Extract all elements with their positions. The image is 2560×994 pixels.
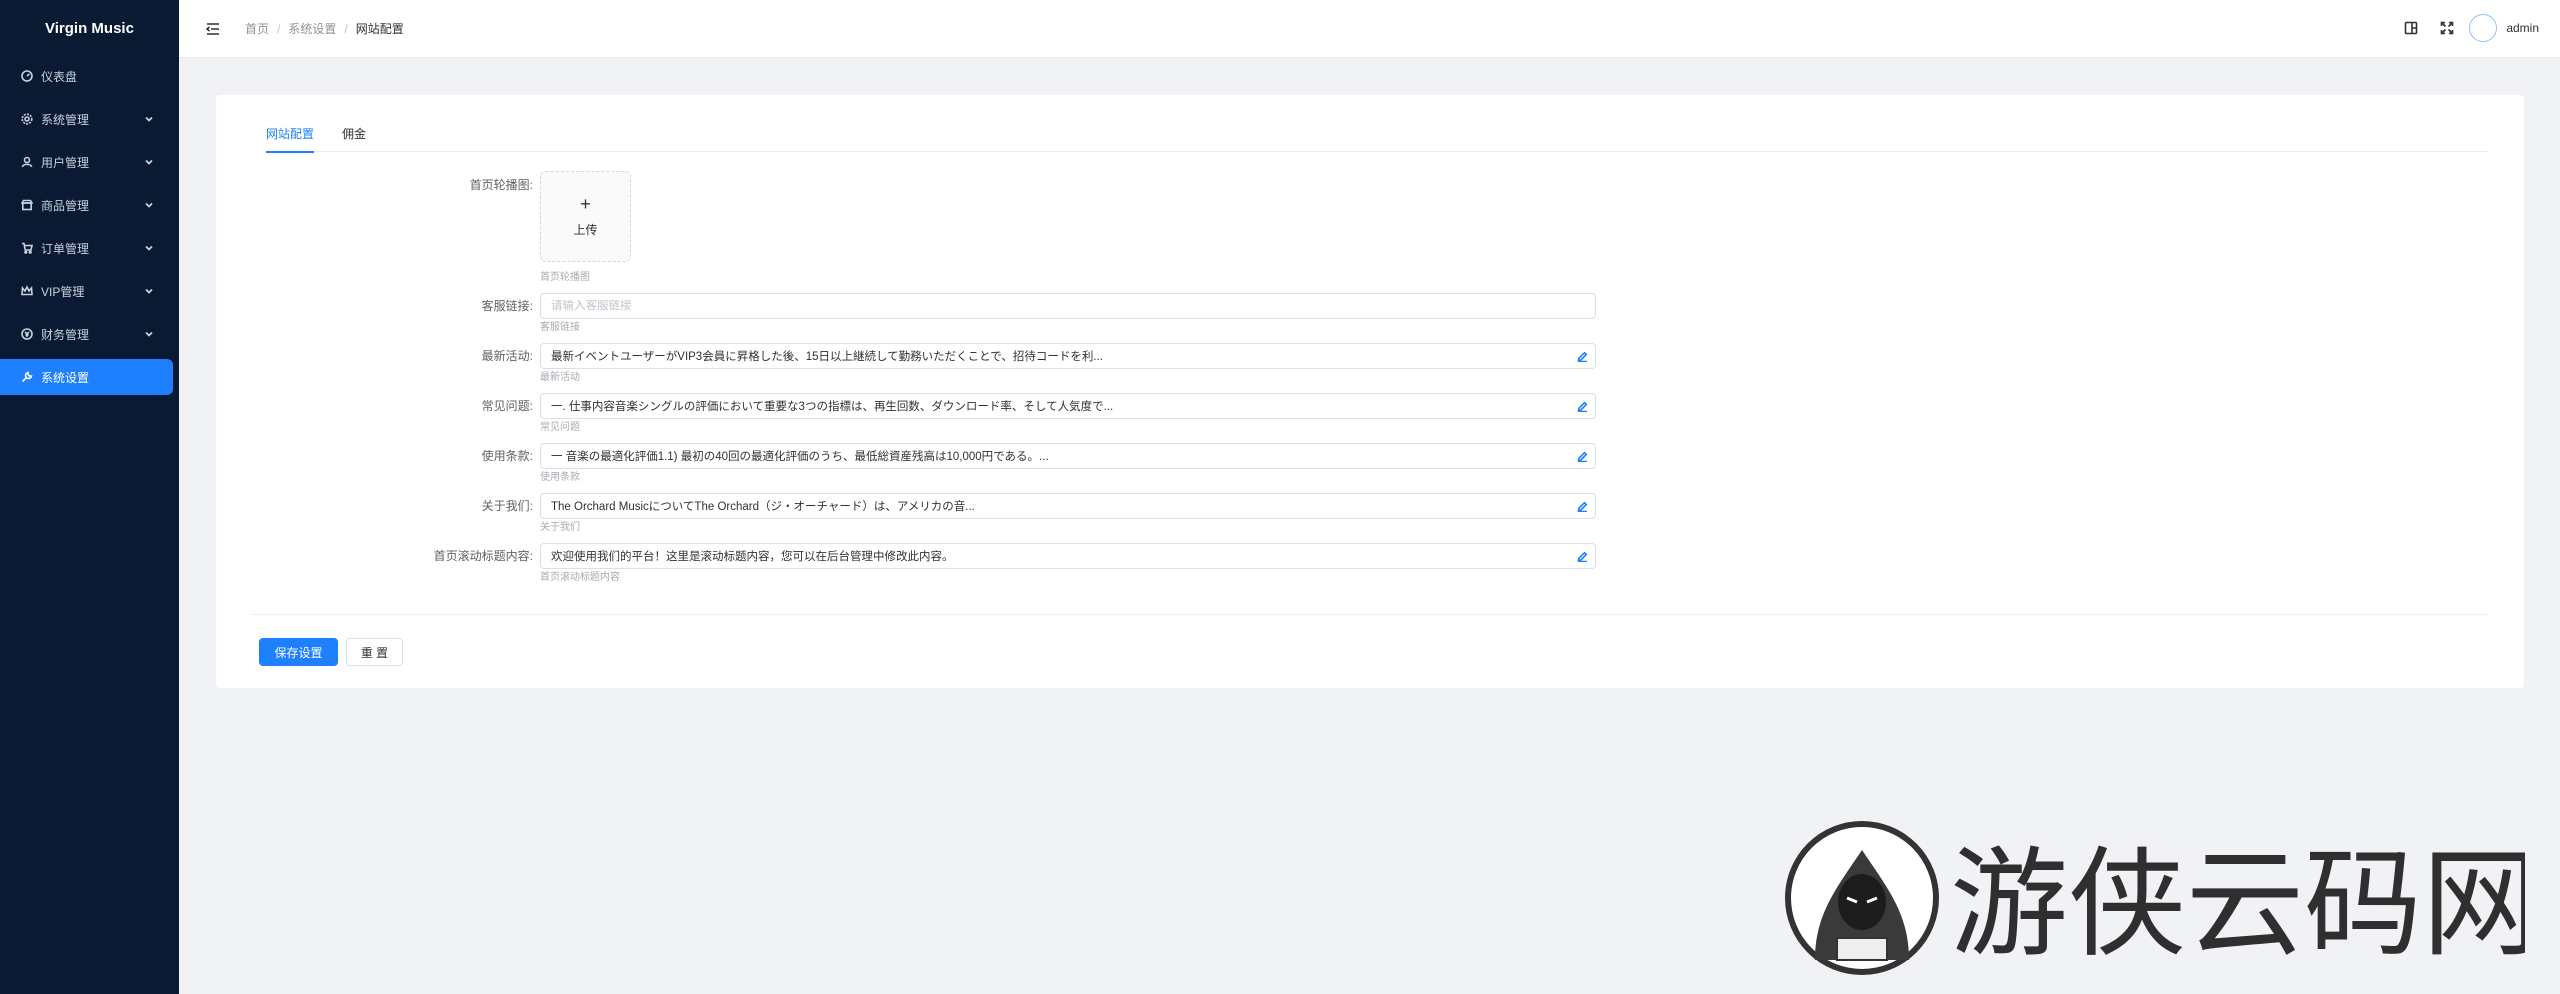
latest-activity-value: 最新イベントユーザーがVIP3会員に昇格した後、15日以上継続して勤務いただくこ…	[551, 351, 1103, 363]
edit-icon[interactable]	[1569, 444, 1595, 468]
sidebar-item-label: VIP管理	[41, 284, 85, 299]
upload-label: 上传	[573, 223, 598, 237]
marquee-hint: 首页滚动标题内容	[540, 572, 620, 583]
sidebar-item-label: 商品管理	[41, 198, 90, 213]
avatar[interactable]	[2469, 14, 2498, 42]
finance-icon	[20, 327, 34, 341]
settings-tabs: 网站配置 佣金	[266, 125, 2488, 153]
breadcrumb-current: 网站配置	[355, 22, 404, 36]
crown-icon	[20, 284, 34, 298]
sidebar-item-user-management[interactable]: 用户管理	[0, 144, 174, 180]
sidebar-item-system-settings[interactable]: 系统设置	[0, 359, 173, 395]
chevron-down-icon	[144, 156, 154, 166]
faq-label: 常见问题:	[481, 399, 533, 413]
faq-hint: 常见问题	[540, 422, 580, 433]
chevron-down-icon	[144, 285, 154, 295]
gear-icon	[20, 112, 34, 126]
reset-button[interactable]: 重 置	[346, 638, 403, 666]
sidebar-item-label: 订单管理	[41, 241, 90, 256]
banner-label: 首页轮播图:	[469, 178, 533, 192]
edit-icon[interactable]	[1569, 544, 1595, 568]
breadcrumb-separator: /	[344, 21, 348, 36]
marquee-value: 欢迎使用我们的平台！这里是滚动标题内容，您可以在后台管理中修改此内容。	[551, 551, 954, 563]
edit-icon[interactable]	[1569, 494, 1595, 518]
header-actions: admin	[2403, 14, 2539, 42]
shop-icon	[20, 198, 34, 212]
watermark-text: 游侠云码网	[1950, 835, 2525, 973]
top-header: 首页 / 系统设置 / 网站配置 admin	[179, 0, 2560, 58]
latest-activity-field[interactable]: 最新イベントユーザーがVIP3会員に昇格した後、15日以上継続して勤務いただくこ…	[540, 343, 1596, 369]
menu-fold-icon[interactable]	[204, 20, 222, 38]
about-label: 关于我们:	[481, 499, 533, 513]
sidebar: Virgin Music 仪表盘 系统管理 用户管理 商品管理 订单管理 VIP…	[0, 0, 179, 994]
form-divider	[252, 614, 2488, 615]
terms-label: 使用条款:	[481, 449, 533, 463]
about-field[interactable]: The Orchard MusicについてThe Orchard（ジ・オーチャー…	[540, 493, 1596, 519]
sidebar-item-order-management[interactable]: 订单管理	[0, 230, 174, 266]
breadcrumb-home[interactable]: 首页	[245, 20, 269, 37]
service-link-input[interactable]	[551, 300, 1595, 312]
marquee-field[interactable]: 欢迎使用我们的平台！这里是滚动标题内容，您可以在后台管理中修改此内容。	[540, 543, 1596, 569]
latest-activity-hint: 最新活动	[540, 372, 580, 383]
sidebar-item-label: 系统管理	[41, 112, 90, 127]
dashboard-icon	[20, 69, 34, 83]
sidebar-item-label: 系统设置	[41, 370, 90, 385]
banner-hint: 首页轮播图	[540, 272, 590, 283]
breadcrumb-system-settings[interactable]: 系统设置	[288, 20, 336, 37]
save-button[interactable]: 保存设置	[259, 638, 338, 666]
service-link-hint: 客服链接	[540, 322, 580, 333]
latest-activity-label: 最新活动:	[481, 349, 533, 363]
chevron-down-icon	[144, 242, 154, 252]
faq-field[interactable]: 一. 仕事内容音楽シングルの評価において重要な3つの指標は、再生回数、ダウンロー…	[540, 393, 1596, 419]
username-label[interactable]: admin	[2506, 21, 2539, 35]
breadcrumb: 首页 / 系统设置 / 网站配置	[245, 20, 404, 37]
about-value: The Orchard MusicについてThe Orchard（ジ・オーチャー…	[551, 501, 975, 513]
sidebar-item-label: 财务管理	[41, 327, 90, 342]
sidebar-item-label: 仪表盘	[41, 69, 78, 84]
sidebar-item-label: 用户管理	[41, 155, 90, 170]
tab-site-config[interactable]: 网站配置	[266, 125, 315, 153]
sidebar-menu: 仪表盘 系统管理 用户管理 商品管理 订单管理 VIP管理 财务管理 系统设置	[0, 58, 179, 395]
user-icon	[20, 155, 34, 169]
sidebar-item-vip-management[interactable]: VIP管理	[0, 273, 174, 309]
brand-title: Virgin Music	[45, 20, 134, 37]
edit-icon[interactable]	[1569, 394, 1595, 418]
sidebar-item-finance-management[interactable]: 财务管理	[0, 316, 174, 352]
fullscreen-icon[interactable]	[2439, 20, 2455, 36]
plus-icon: +	[580, 194, 591, 214]
terms-value: 一 音楽の最適化評価1.1) 最初の40回の最適化評価のうち、最低総資産残高は1…	[551, 451, 1049, 463]
service-link-label: 客服链接:	[481, 299, 533, 313]
settings-card: 网站配置 佣金 首页轮播图: + 上传 首页轮播图 客服链接: 客服链接 最新活…	[216, 95, 2524, 688]
service-link-field[interactable]	[540, 293, 1596, 319]
about-hint: 关于我们	[540, 522, 580, 533]
banner-upload-button[interactable]: + 上传	[540, 171, 631, 262]
sidebar-item-system-management[interactable]: 系统管理	[0, 101, 174, 137]
cart-icon	[20, 241, 34, 255]
marquee-label: 首页滚动标题内容:	[433, 549, 533, 563]
chevron-down-icon	[144, 199, 154, 209]
sidebar-item-product-management[interactable]: 商品管理	[0, 187, 174, 223]
watermark-logo: 游侠云码网	[1785, 820, 2540, 980]
chevron-down-icon	[144, 113, 154, 123]
terms-field[interactable]: 一 音楽の最適化評価1.1) 最初の40回の最適化評価のうち、最低総資産残高は1…	[540, 443, 1596, 469]
breadcrumb-separator: /	[277, 21, 281, 36]
faq-value: 一. 仕事内容音楽シングルの評価において重要な3つの指標は、再生回数、ダウンロー…	[551, 401, 1114, 413]
sidebar-item-dashboard[interactable]: 仪表盘	[0, 58, 174, 94]
tab-commission[interactable]: 佣金	[342, 125, 366, 152]
wrench-icon	[20, 370, 34, 384]
chevron-down-icon	[144, 328, 154, 338]
terms-hint: 使用条款	[540, 472, 580, 483]
edit-icon[interactable]	[1569, 344, 1595, 368]
layout-icon[interactable]	[2403, 20, 2419, 36]
